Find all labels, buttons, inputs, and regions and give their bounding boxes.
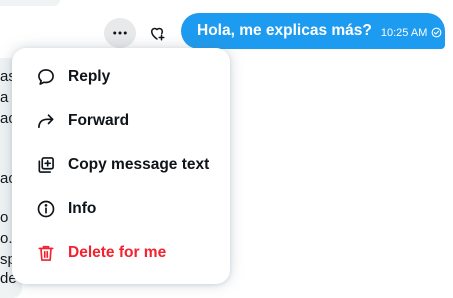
menu-item-label: Info bbox=[68, 200, 97, 217]
message-text: Hola, me explicas más? bbox=[197, 22, 372, 39]
more-horizontal-icon bbox=[113, 31, 127, 35]
menu-item-label: Copy message text bbox=[68, 156, 210, 173]
menu-item-label: Reply bbox=[68, 68, 111, 85]
reply-bubble-icon bbox=[35, 66, 57, 88]
trash-icon bbox=[35, 242, 57, 264]
message-meta: 10:25 AM bbox=[381, 27, 442, 39]
message-time: 10:25 AM bbox=[380, 26, 428, 39]
more-options-button[interactable] bbox=[104, 18, 136, 48]
previous-message-edge bbox=[0, 0, 60, 6]
menu-item-info[interactable]: Info bbox=[12, 187, 230, 231]
info-icon bbox=[35, 198, 57, 220]
menu-item-reply[interactable]: Reply bbox=[12, 55, 230, 99]
sent-message-bubble[interactable]: Hola, me explicas más? 10:25 AM bbox=[181, 13, 445, 49]
menu-item-label: Forward bbox=[68, 112, 130, 129]
copy-icon bbox=[35, 154, 57, 176]
heart-plus-icon bbox=[151, 27, 165, 41]
forward-arrow-icon bbox=[35, 110, 57, 132]
add-reaction-button[interactable] bbox=[144, 20, 170, 46]
menu-item-forward[interactable]: Forward bbox=[12, 99, 230, 143]
menu-item-label: Delete for me bbox=[68, 244, 167, 261]
message-context-menu: Reply Forward Copy message text Info Del… bbox=[12, 48, 230, 284]
menu-item-copy-text[interactable]: Copy message text bbox=[12, 143, 230, 187]
sent-check-icon bbox=[431, 27, 442, 38]
menu-item-delete[interactable]: Delete for me bbox=[12, 231, 230, 275]
